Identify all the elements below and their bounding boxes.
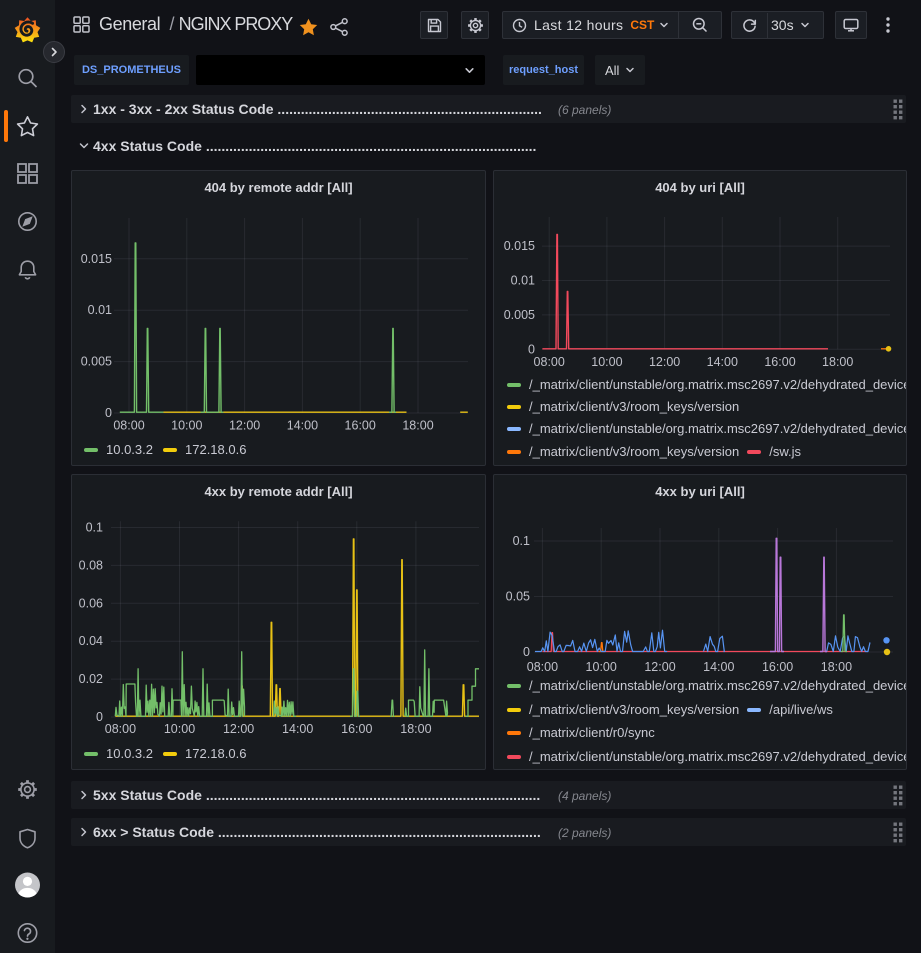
svg-text:10:00: 10:00 [171, 419, 202, 433]
svg-text:0.06: 0.06 [79, 596, 103, 610]
svg-text:0.04: 0.04 [79, 634, 103, 648]
svg-text:12:00: 12:00 [649, 355, 680, 369]
svg-text:10:00: 10:00 [164, 722, 195, 736]
svg-text:18:00: 18:00 [402, 419, 433, 433]
svg-text:0.08: 0.08 [79, 558, 103, 572]
svg-text:14:00: 14:00 [707, 355, 738, 369]
svg-text:14:00: 14:00 [282, 722, 313, 736]
svg-text:12:00: 12:00 [229, 419, 260, 433]
svg-text:0.015: 0.015 [504, 239, 535, 253]
svg-text:0.1: 0.1 [86, 521, 103, 535]
svg-text:0.01: 0.01 [511, 274, 535, 288]
svg-text:14:00: 14:00 [287, 419, 318, 433]
svg-text:16:00: 16:00 [345, 419, 376, 433]
svg-text:0.01: 0.01 [88, 303, 112, 317]
svg-text:08:00: 08:00 [534, 355, 565, 369]
svg-text:0.005: 0.005 [81, 355, 112, 369]
svg-text:10:00: 10:00 [586, 660, 617, 674]
svg-text:08:00: 08:00 [105, 722, 136, 736]
svg-text:18:00: 18:00 [400, 722, 431, 736]
svg-text:12:00: 12:00 [223, 722, 254, 736]
svg-text:0: 0 [523, 645, 530, 659]
svg-text:0.02: 0.02 [79, 672, 103, 686]
svg-text:0.005: 0.005 [504, 308, 535, 322]
svg-text:0: 0 [528, 342, 535, 356]
svg-text:16:00: 16:00 [762, 660, 793, 674]
svg-text:16:00: 16:00 [764, 355, 795, 369]
svg-text:18:00: 18:00 [821, 660, 852, 674]
svg-text:10:00: 10:00 [591, 355, 622, 369]
svg-text:0.015: 0.015 [81, 252, 112, 266]
svg-text:0.1: 0.1 [513, 534, 530, 548]
svg-text:14:00: 14:00 [703, 660, 734, 674]
svg-text:16:00: 16:00 [341, 722, 372, 736]
svg-text:0.05: 0.05 [506, 590, 530, 604]
svg-text:0: 0 [105, 406, 112, 420]
svg-text:18:00: 18:00 [822, 355, 853, 369]
svg-text:08:00: 08:00 [113, 419, 144, 433]
svg-text:12:00: 12:00 [644, 660, 675, 674]
svg-text:0: 0 [96, 710, 103, 724]
svg-text:08:00: 08:00 [527, 660, 558, 674]
